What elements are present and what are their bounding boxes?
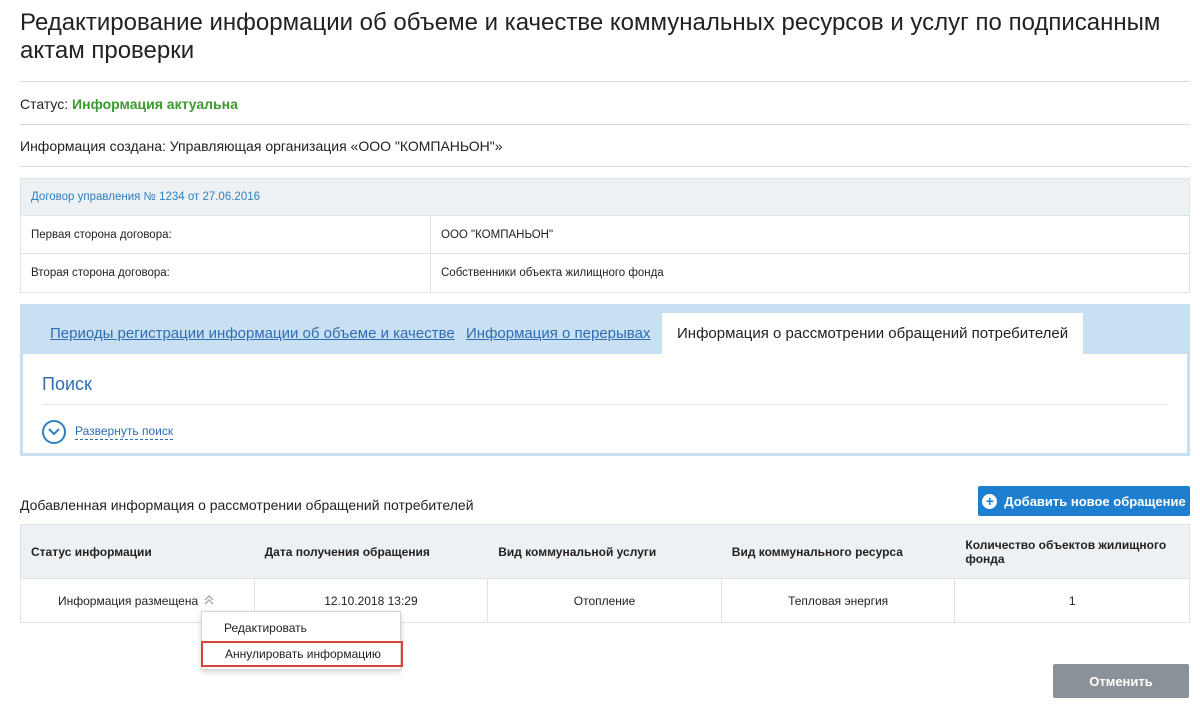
- contract-row-value: ООО "КОМПАНЬОН": [441, 228, 554, 241]
- status-cell-text: Информация размещена: [58, 593, 199, 608]
- divider: [20, 124, 1190, 125]
- contract-row-label: Вторая сторона договора:: [21, 254, 431, 292]
- contract-header: Договор управления № 1234 от 27.06.2016: [21, 179, 1189, 216]
- tab-consumer-appeals[interactable]: Информация о рассмотрении обращений потр…: [662, 313, 1084, 354]
- tab-interruptions[interactable]: Информация о перерывах: [466, 313, 650, 354]
- tab-registration-periods[interactable]: Периоды регистрации информации об объеме…: [50, 313, 455, 354]
- contract-row: Первая сторона договора: ООО "КОМПАНЬОН": [21, 216, 1189, 254]
- search-title: Поиск: [42, 374, 92, 394]
- row-actions-menu: Редактировать Аннулировать информацию: [201, 611, 403, 670]
- search-panel: Поиск Развернуть поиск: [23, 354, 1187, 453]
- contract-row-label: Первая сторона договора:: [21, 216, 431, 253]
- column-header: Количество объектов жилищного фонда: [965, 537, 1167, 566]
- column-header: Дата получения обращения: [264, 544, 430, 559]
- contract-row-value: Собственники объекта жилищного фонда: [441, 267, 664, 279]
- status-value: Информация актуальна: [72, 96, 238, 112]
- table-header: Статус информации Дата получения обращен…: [21, 525, 1189, 579]
- chevron-down-icon[interactable]: [42, 420, 66, 444]
- add-appeal-label: Добавить новое обращение: [1004, 493, 1186, 509]
- plus-icon: +: [982, 493, 998, 509]
- contract-row: Вторая сторона договора: Собственники об…: [21, 254, 1189, 292]
- column-header: Вид коммунальной услуги: [498, 544, 657, 559]
- divider: [20, 81, 1190, 82]
- contract-panel: Договор управления № 1234 от 27.06.2016 …: [20, 178, 1190, 293]
- appeals-table: Статус информации Дата получения обращен…: [20, 524, 1190, 623]
- section-title: Добавленная информация о рассмотрении об…: [20, 497, 474, 513]
- tabs-panel: Периоды регистрации информации об объеме…: [20, 304, 1190, 456]
- menu-item-edit[interactable]: Редактировать: [202, 615, 400, 641]
- table-cell: 1: [1068, 593, 1076, 608]
- add-appeal-button[interactable]: + Добавить новое обращение: [978, 486, 1190, 516]
- table-cell: Отопление: [488, 579, 722, 622]
- expand-search-link[interactable]: Развернуть поиск: [75, 424, 174, 440]
- table-cell: Тепловая энергия: [722, 579, 956, 622]
- cancel-button[interactable]: Отменить: [1053, 664, 1189, 698]
- divider: [42, 404, 1168, 405]
- chevron-up-icon[interactable]: [203, 594, 215, 607]
- column-header: Вид коммунального ресурса: [731, 544, 903, 559]
- column-header: Статус информации: [31, 544, 152, 559]
- divider: [20, 166, 1190, 167]
- status-label: Статус:: [20, 96, 69, 112]
- status-line: Статус: Информация актуальна: [20, 96, 238, 112]
- created-by-text: Информация создана: Управляющая организа…: [20, 138, 503, 154]
- page-title: Редактирование информации об объеме и ка…: [20, 9, 1161, 64]
- tabs-bar: Периоды регистрации информации об объеме…: [20, 304, 1190, 354]
- table-row: Информация размещена 12.10.2018 13:29 От…: [21, 579, 1189, 622]
- menu-item-annul[interactable]: Аннулировать информацию: [201, 641, 403, 667]
